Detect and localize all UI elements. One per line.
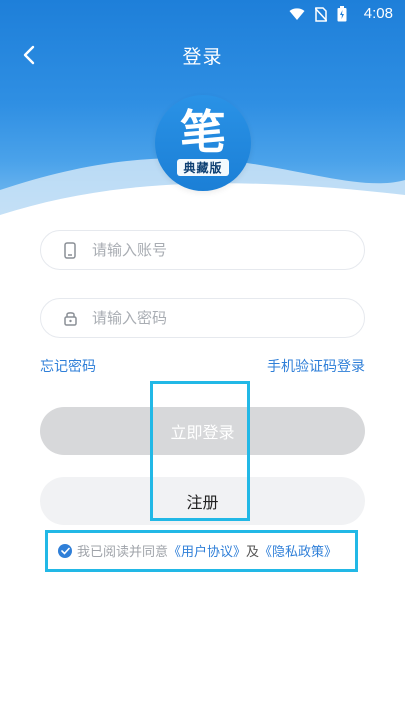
nav-bar: 登录: [0, 34, 405, 74]
forgot-password-link[interactable]: 忘记密码: [40, 356, 96, 376]
password-input[interactable]: [92, 309, 342, 327]
privacy-policy-link[interactable]: 《隐私政策》: [259, 541, 337, 560]
agreement-row: 我已阅读并同意 《用户协议》 及 《隐私政策》: [58, 541, 337, 560]
user-agreement-link[interactable]: 《用户协议》: [168, 541, 246, 560]
status-bar: 4:08: [0, 0, 405, 28]
logo-sub-text: 典藏版: [177, 158, 229, 176]
logo-main-text: 笔: [180, 104, 226, 159]
lock-icon: [61, 309, 79, 327]
login-button[interactable]: 立即登录: [40, 407, 365, 455]
battery-icon: [337, 6, 347, 22]
phone-icon: [61, 241, 79, 259]
check-icon: [60, 547, 70, 555]
page-title: 登录: [182, 46, 223, 68]
app-logo: 笔 典藏版: [155, 95, 251, 191]
agreement-prefix: 我已阅读并同意: [77, 545, 169, 560]
password-field[interactable]: [40, 298, 365, 338]
register-button[interactable]: 注册: [40, 477, 365, 525]
sms-login-link[interactable]: 手机验证码登录: [267, 356, 365, 376]
agreement-checkbox[interactable]: [58, 543, 72, 558]
no-sim-icon: [315, 6, 327, 22]
status-time: 4:08: [363, 5, 393, 22]
agreement-and: 及: [246, 545, 260, 560]
account-field[interactable]: [40, 230, 365, 270]
wifi-icon: [289, 7, 305, 20]
account-input[interactable]: [92, 241, 342, 259]
